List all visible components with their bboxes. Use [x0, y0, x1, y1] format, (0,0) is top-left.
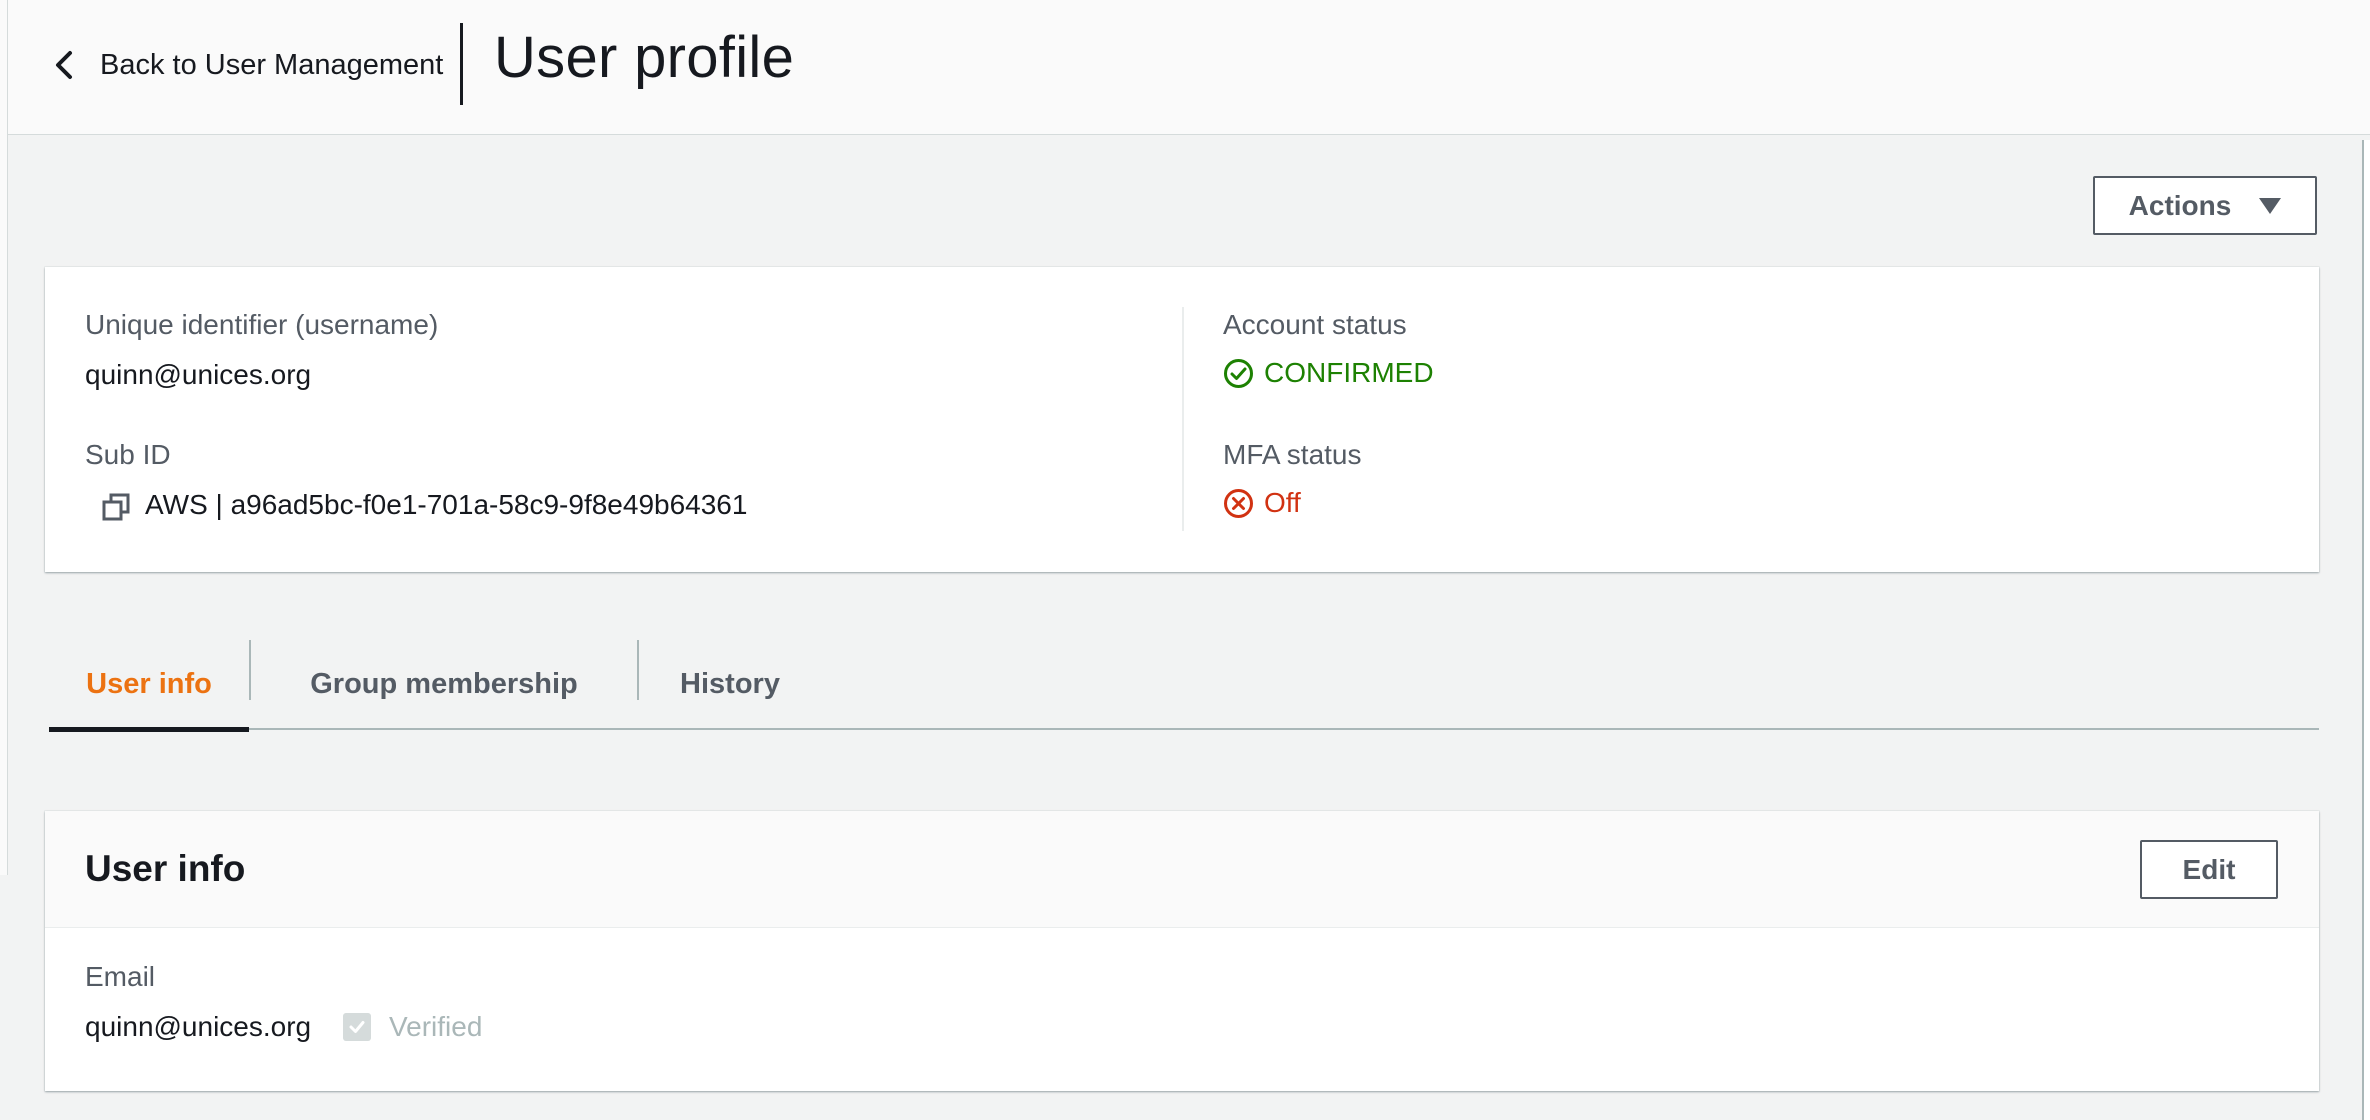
actions-button[interactable]: Actions — [2093, 176, 2317, 235]
email-label: Email — [85, 961, 156, 992]
user-info-card: User info Edit Email quinn@unices.org Ve… — [45, 811, 2319, 1091]
left-rail — [0, 0, 8, 875]
tab-history[interactable]: History — [639, 638, 821, 730]
tab-group-membership[interactable]: Group membership — [251, 638, 637, 730]
profile-tabs: User info Group membership History — [49, 638, 2319, 732]
edit-button[interactable]: Edit — [2140, 840, 2278, 899]
tab-history-label: History — [680, 667, 780, 700]
mfa-status-label: MFA status — [1223, 439, 1362, 470]
back-link-label: Back to User Management — [100, 48, 444, 81]
copy-icon[interactable] — [101, 492, 131, 522]
email-value: quinn@unices.org — [85, 1011, 312, 1042]
column-divider — [1182, 307, 1184, 531]
user-info-title: User info — [85, 848, 246, 889]
page-title: User profile — [494, 25, 795, 90]
user-info-card-header: User info Edit — [45, 811, 2319, 928]
scrollbar[interactable] — [2362, 140, 2370, 1120]
page: Back to User Management User profile Act… — [0, 0, 2370, 1120]
verified-label: Verified — [389, 1011, 483, 1042]
check-circle-icon — [1224, 358, 1253, 388]
header-divider — [460, 23, 463, 105]
account-status-label: Account status — [1223, 309, 1407, 340]
mfa-status-indicator: Off — [1223, 487, 1301, 519]
mfa-status-value: Off — [1264, 487, 1301, 518]
tab-user-info-label: User info — [86, 667, 212, 700]
sub-id-value: AWS | a96ad5bc-f0e1-701a-58c9-9f8e49b643… — [145, 489, 748, 520]
chevron-left-icon — [56, 51, 72, 79]
email-verified-indicator: Verified — [343, 1011, 482, 1043]
top-bar: Back to User Management User profile — [8, 0, 2370, 135]
tab-group-membership-label: Group membership — [310, 667, 578, 700]
caret-down-icon — [2259, 197, 2282, 214]
x-circle-icon — [1224, 488, 1253, 518]
username-value: quinn@unices.org — [85, 359, 312, 390]
actions-button-label: Actions — [2128, 189, 2232, 221]
account-status-indicator: CONFIRMED — [1223, 357, 1434, 389]
account-status-value: CONFIRMED — [1264, 357, 1434, 388]
user-summary-card: Unique identifier (username) quinn@unice… — [45, 267, 2319, 572]
checkbox-checked-icon — [343, 1013, 371, 1041]
username-label: Unique identifier (username) — [85, 309, 439, 340]
tab-user-info[interactable]: User info — [49, 638, 249, 732]
sub-id-label: Sub ID — [85, 439, 171, 470]
back-to-user-management-link[interactable]: Back to User Management — [52, 40, 443, 90]
edit-button-label: Edit — [2182, 853, 2236, 885]
